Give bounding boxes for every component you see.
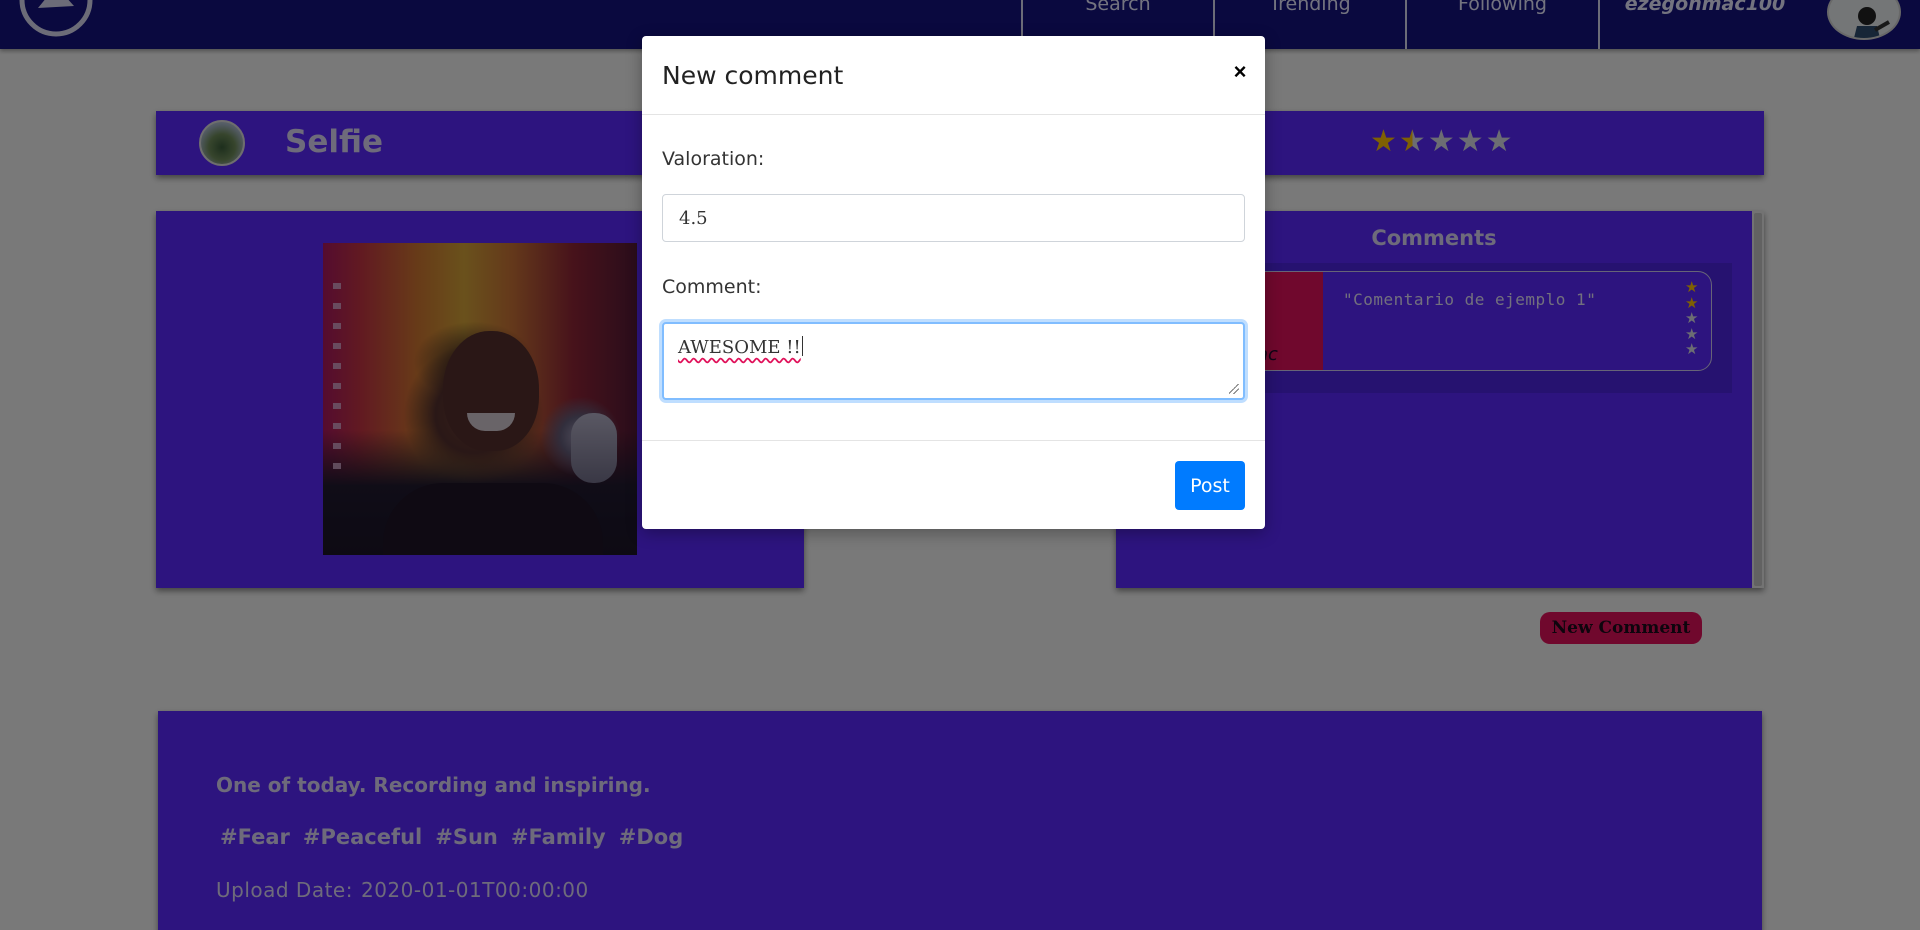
modal-title: New comment: [662, 61, 844, 90]
new-comment-modal: New comment × Valoration: Comment: AWESO…: [642, 36, 1265, 529]
valoration-input[interactable]: [662, 194, 1245, 242]
comment-textarea[interactable]: AWESOME !!: [662, 322, 1245, 400]
post-button[interactable]: Post: [1175, 461, 1245, 510]
text-caret: [801, 336, 803, 356]
comment-textarea-value: AWESOME !!: [678, 337, 801, 358]
modal-footer: Post: [642, 440, 1265, 529]
textarea-resize-handle[interactable]: [1229, 384, 1239, 394]
close-icon[interactable]: ×: [1226, 58, 1254, 86]
comment-label: Comment:: [662, 276, 762, 298]
modal-header: New comment ×: [642, 36, 1265, 115]
valoration-label: Valoration:: [662, 148, 765, 170]
